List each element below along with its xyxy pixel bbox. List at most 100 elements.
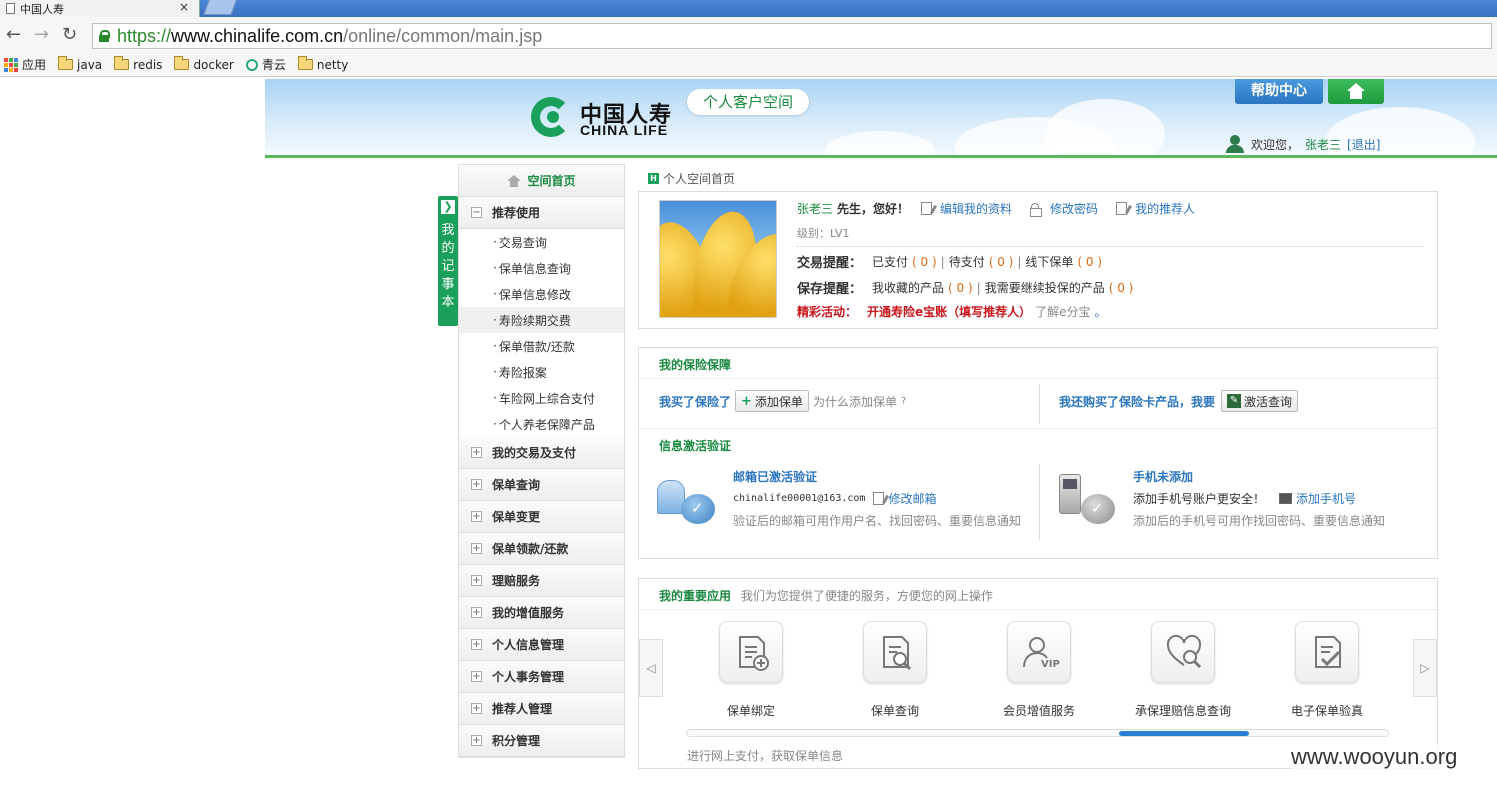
address-bar[interactable]: https:// www.chinalife.com.cn /online/co…	[92, 23, 1492, 49]
add-phone-link[interactable]: 添加手机号	[1296, 490, 1356, 507]
home-icon	[1347, 83, 1365, 99]
bookmark-apps[interactable]: 应用	[4, 56, 46, 73]
bookmark-label: 青云	[261, 58, 286, 72]
computer-icon	[1279, 493, 1293, 504]
sidebar-item-policy-info-edit[interactable]: 保单信息修改	[459, 281, 624, 307]
bookmark-netty[interactable]: netty	[297, 56, 349, 72]
new-tab-button[interactable]	[203, 0, 237, 15]
logout-link[interactable]: [退出]	[1347, 136, 1380, 153]
sidebar-group-personal-info[interactable]: + 个人信息管理	[459, 629, 624, 661]
my-referrer-link[interactable]: 我的推荐人	[1135, 200, 1195, 217]
sidebar-item-life-claim-report[interactable]: 寿险报案	[459, 359, 624, 385]
card-activate-row: 我还购买了保险卡产品，我要 ✎ 激活查询	[1059, 390, 1299, 412]
expand-icon: +	[471, 607, 482, 618]
app-hint: 进行网上支付，获取保单信息	[687, 749, 844, 763]
bookmark-label: netty	[316, 57, 349, 72]
carousel-scroll-thumb[interactable]	[1119, 731, 1249, 736]
pending-link[interactable]: 待支付	[949, 253, 985, 270]
learn-more-link[interactable]: 了解e分宝	[1035, 303, 1090, 320]
reload-icon[interactable]: ↻	[62, 26, 77, 44]
sidebar-item-home[interactable]: 空间首页	[459, 165, 624, 197]
home-button[interactable]	[1328, 79, 1384, 104]
apps-grid-icon	[4, 57, 18, 72]
expand-icon: +	[471, 447, 482, 458]
activate-query-button[interactable]: ✎ 激活查询	[1221, 390, 1299, 412]
email-note: 验证后的邮箱可用作用户名、找回密码、重要信息通知	[733, 514, 1022, 528]
sidebar-group-points[interactable]: + 积分管理	[459, 725, 624, 757]
sidebar-group-policy-withdraw[interactable]: + 保单领款/还款	[459, 533, 624, 565]
user-icon	[1225, 135, 1245, 153]
url-scheme: https://	[117, 25, 172, 46]
carousel-prev-icon[interactable]: ◁	[639, 639, 663, 697]
sidebar-group-transactions[interactable]: + 我的交易及支付	[459, 437, 624, 469]
paid-link[interactable]: 已支付	[872, 253, 908, 270]
sidebar-item-auto-payment[interactable]: 车险网上综合支付	[459, 385, 624, 411]
sidebar-item-renewal-payment[interactable]: 寿险续期交费	[459, 307, 624, 333]
sidebar-group-policy-query[interactable]: + 保单查询	[459, 469, 624, 501]
expand-icon: +	[471, 543, 482, 554]
my-notebook-tab[interactable]: ❯ 我 的 记 事 本	[438, 196, 458, 326]
expand-icon: +	[471, 703, 482, 714]
sidebar-item-transaction-query[interactable]: 交易查询	[459, 229, 624, 255]
event-row: 精彩活动： 开通寿险e宝账（填写推荐人） 了解e分宝 。	[797, 303, 1107, 320]
modify-email-link[interactable]: 修改邮箱	[888, 490, 936, 507]
add-policy-row: 我买了保险了 + 添加保单 为什么添加保单?	[659, 390, 906, 412]
change-password-link[interactable]: 修改密码	[1050, 200, 1098, 217]
help-center-button[interactable]: 帮助中心	[1235, 79, 1323, 104]
policy-bind-icon	[719, 621, 783, 683]
sidebar-group-value-added[interactable]: + 我的增值服务	[459, 597, 624, 629]
logo-text-en: CHINA LIFE	[580, 122, 669, 138]
site-header: 中国人寿 CHINA LIFE 个人客户空间 帮助中心 欢迎您， 张老三 [退出]	[265, 79, 1497, 158]
folder-icon	[174, 56, 190, 70]
offline-policy-link[interactable]: 线下保单	[1025, 253, 1073, 270]
sidebar-group-policy-change[interactable]: + 保单变更	[459, 501, 624, 533]
expand-icon: +	[471, 671, 482, 682]
bookmark-qingyun[interactable]: 青云	[245, 56, 286, 73]
bookmark-docker[interactable]: docker	[174, 56, 234, 72]
sidebar-group-recommended[interactable]: − 推荐使用	[459, 197, 624, 229]
app-policy-search[interactable]: 保单查询	[825, 621, 965, 719]
bookmark-label: redis	[133, 57, 163, 72]
phone-prompt: 添加手机号账户更安全！	[1133, 492, 1266, 506]
sidebar-group-claims[interactable]: + 理赔服务	[459, 565, 624, 597]
bookmark-label: docker	[193, 57, 234, 72]
user-name: 张老三	[1305, 137, 1342, 152]
expand-icon: +	[471, 639, 482, 650]
breadcrumb: H 个人空间首页	[648, 170, 735, 187]
browser-tab[interactable]: 中国人寿 ×	[0, 0, 200, 17]
why-add-link[interactable]: 为什么添加保单	[813, 393, 897, 410]
expand-icon: +	[471, 511, 482, 522]
avatar[interactable]	[659, 200, 777, 318]
edit-profile-link[interactable]: 编辑我的资料	[940, 200, 1012, 217]
save-reminder-row: 保存提醒： 我收藏的产品( 0 ) | 我需要继续投保的产品( 0 )	[797, 279, 1134, 298]
sidebar-item-policy-info-query[interactable]: 保单信息查询	[459, 255, 624, 281]
sidebar-menu: 空间首页 − 推荐使用 交易查询 保单信息查询 保单信息修改 寿险续期交费 保单…	[458, 164, 625, 758]
favorite-products-link[interactable]: 我收藏的产品	[872, 279, 944, 296]
folder-icon	[58, 56, 74, 70]
help-icon[interactable]: ?	[901, 396, 906, 407]
sidebar-item-policy-loan[interactable]: 保单借款/还款	[459, 333, 624, 359]
sidebar-group-referrer[interactable]: + 推荐人管理	[459, 693, 624, 725]
customer-space-badge: 个人客户空间	[687, 89, 810, 115]
app-claim-search[interactable]: 承保理赔信息查询	[1113, 621, 1253, 719]
app-policy-verify[interactable]: 电子保单验真	[1257, 621, 1397, 719]
carousel-scrollbar[interactable]	[686, 729, 1389, 737]
vip-member-icon: VIP	[1007, 621, 1071, 683]
continue-products-link[interactable]: 我需要继续投保的产品	[985, 279, 1105, 296]
sidebar-item-pension-products[interactable]: 个人养老保障产品	[459, 411, 624, 437]
sidebar-group-personal-affairs[interactable]: + 个人事务管理	[459, 661, 624, 693]
event-link[interactable]: 开通寿险e宝账（填写推荐人）	[867, 303, 1031, 320]
welcome-prefix: 欢迎您，	[1251, 137, 1300, 152]
activate-icon: ✎	[1227, 394, 1242, 408]
bookmark-java[interactable]: java	[58, 56, 102, 72]
bookmark-redis[interactable]: redis	[114, 56, 163, 72]
add-policy-button[interactable]: + 添加保单	[735, 390, 809, 412]
carousel-next-icon[interactable]: ▷	[1413, 639, 1437, 697]
forward-arrow-icon[interactable]: →	[34, 26, 49, 44]
app-policy-bind[interactable]: 保单绑定	[681, 621, 821, 719]
back-arrow-icon[interactable]: ←	[6, 26, 21, 44]
app-vip-service[interactable]: VIP 会员增值服务	[969, 621, 1109, 719]
home-badge-icon: H	[648, 173, 659, 184]
tab-close-icon[interactable]: ×	[179, 0, 189, 14]
breadcrumb-text: 个人空间首页	[663, 172, 736, 186]
